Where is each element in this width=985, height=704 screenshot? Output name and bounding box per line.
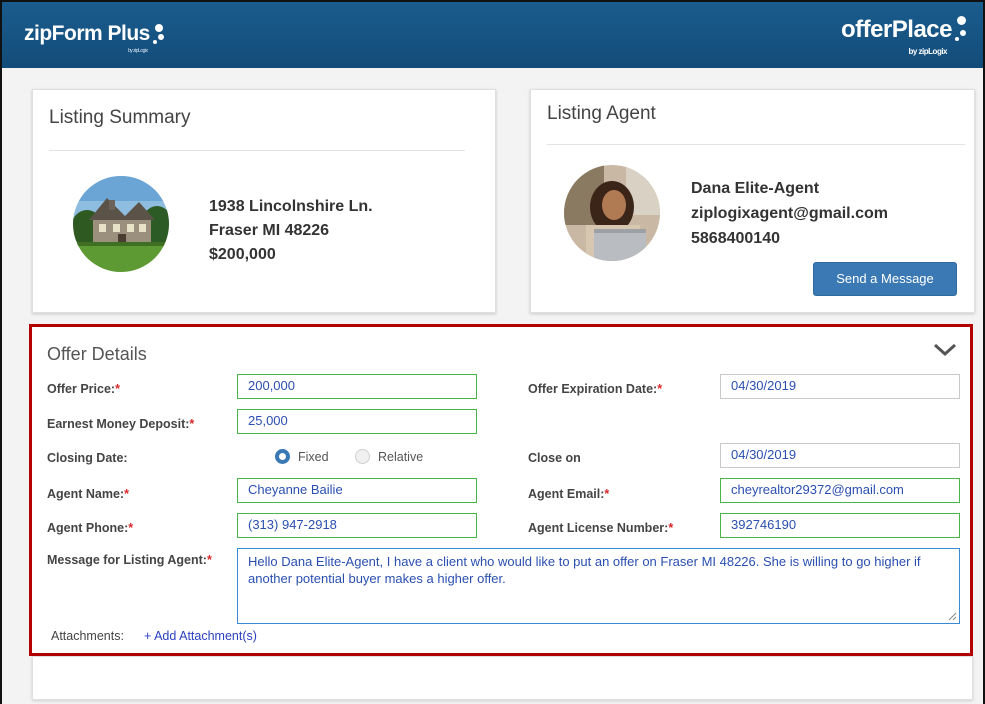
- logo-dots-icon: [955, 16, 966, 41]
- card-divider: [49, 150, 465, 151]
- agent-phone: 5868400140: [691, 230, 780, 247]
- closing-fixed-label[interactable]: Fixed: [298, 450, 329, 464]
- closing-fixed-radio[interactable]: [275, 449, 290, 464]
- chevron-down-icon[interactable]: [932, 339, 958, 359]
- earnest-money-input[interactable]: 25,000: [237, 409, 477, 434]
- bottom-card: [32, 656, 973, 700]
- agent-license-input[interactable]: 392746190: [720, 513, 960, 538]
- offer-details-title: Offer Details: [47, 344, 147, 364]
- listing-summary-card: Listing Summary 1938 Lincolnshire Ln. Fr…: [32, 89, 496, 313]
- resize-handle-icon[interactable]: [948, 612, 957, 621]
- listing-agent-title: Listing Agent: [547, 103, 656, 124]
- logo-dots-icon: [152, 22, 164, 46]
- offer-expiration-input[interactable]: 04/30/2019: [720, 374, 960, 399]
- offer-expiration-label: Offer Expiration Date:*: [528, 382, 663, 396]
- card-divider: [547, 144, 965, 145]
- offer-price-label: Offer Price:*: [47, 382, 120, 396]
- zipform-logo-text: zipForm Plus: [24, 22, 150, 45]
- agent-phone-input[interactable]: (313) 947-2918: [237, 513, 477, 538]
- listing-address-line2: Fraser MI 48226: [209, 222, 330, 239]
- closing-relative-radio[interactable]: [355, 449, 370, 464]
- listing-address-line1: 1938 Lincolnshire Ln.: [209, 198, 373, 215]
- app-frame: zipForm Plus by zipLogix offerPlace by z…: [0, 0, 985, 704]
- agent-license-label: Agent License Number:*: [528, 521, 674, 535]
- house-photo: [73, 176, 169, 272]
- agent-email-input[interactable]: cheyrealtor29372@gmail.com: [720, 478, 960, 503]
- attachments-label: Attachments:: [51, 629, 124, 643]
- zipform-logo-sub: by zipLogix: [128, 48, 148, 54]
- offer-price-input[interactable]: 200,000: [237, 374, 477, 399]
- send-message-button[interactable]: Send a Message: [813, 262, 957, 296]
- closing-date-label: Closing Date:: [47, 451, 128, 465]
- agent-email: ziplogixagent@gmail.com: [691, 205, 888, 222]
- agent-name-label: Agent Name:*: [47, 487, 129, 501]
- agent-phone-label: Agent Phone:*: [47, 521, 134, 535]
- listing-summary-title: Listing Summary: [49, 107, 191, 128]
- earnest-money-label: Earnest Money Deposit:*: [47, 417, 195, 431]
- top-bar: zipForm Plus by zipLogix offerPlace by z…: [2, 2, 983, 68]
- closing-relative-label[interactable]: Relative: [378, 450, 423, 464]
- offer-details-panel: Offer Details Offer Price:* 200,000 Offe…: [29, 324, 973, 656]
- offerplace-logo[interactable]: offerPlace by zipLogix: [840, 16, 966, 56]
- agent-name-input[interactable]: Cheyanne Bailie: [237, 478, 477, 503]
- zipform-plus-logo[interactable]: zipForm Plus by zipLogix: [24, 22, 164, 54]
- close-on-label: Close on: [528, 451, 581, 465]
- listing-agent-card: Listing Agent Dana Elite-Agent ziplogixa…: [530, 89, 975, 313]
- message-label: Message for Listing Agent:*: [47, 553, 212, 567]
- agent-name: Dana Elite-Agent: [691, 180, 820, 197]
- offerplace-logo-sub: by zipLogix: [908, 47, 948, 56]
- agent-email-label: Agent Email:*: [528, 487, 610, 501]
- message-textarea[interactable]: Hello Dana Elite-Agent, I have a client …: [237, 548, 960, 624]
- message-text: Hello Dana Elite-Agent, I have a client …: [248, 554, 921, 586]
- close-on-input[interactable]: 04/30/2019: [720, 443, 960, 468]
- agent-photo: [564, 165, 660, 261]
- add-attachment-link[interactable]: + Add Attachment(s): [144, 629, 257, 643]
- listing-price: $200,000: [209, 246, 276, 263]
- offerplace-logo-text: offerPlace: [840, 16, 953, 43]
